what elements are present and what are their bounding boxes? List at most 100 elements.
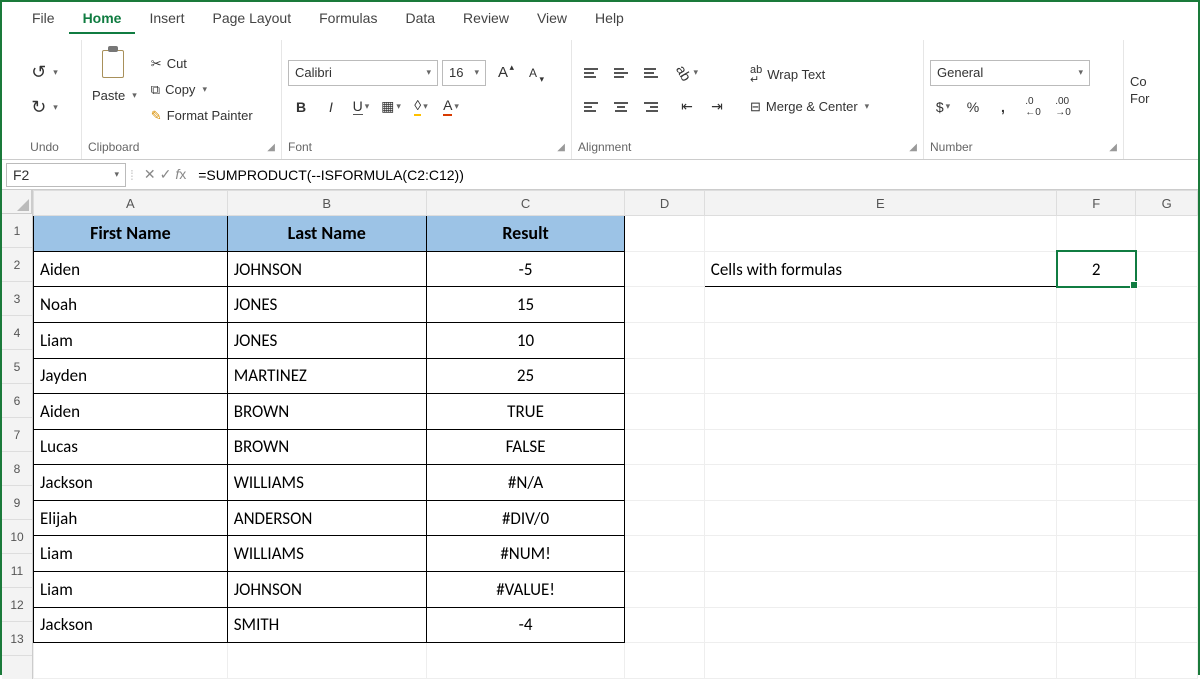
merge-center-button[interactable]: ⊟ Merge & Center ▾ [744,96,875,118]
align-left-button[interactable] [578,94,604,120]
cell[interactable]: WILLIAMS [227,465,426,501]
wrap-text-button[interactable]: ab↵ Wrap Text [744,62,875,88]
cell[interactable] [704,536,1056,572]
tab-review[interactable]: Review [449,6,523,34]
tab-insert[interactable]: Insert [135,6,198,34]
cell[interactable] [1136,322,1198,358]
formula-input[interactable] [192,163,1198,187]
cell[interactable]: Result [426,216,625,252]
cell[interactable] [704,358,1056,394]
tab-data[interactable]: Data [391,6,449,34]
font-dialog-icon[interactable]: ◢ [557,142,565,153]
paste-label[interactable]: Paste▾ [88,88,141,103]
align-bottom-button[interactable] [638,60,664,86]
cell[interactable] [1136,394,1198,430]
align-top-button[interactable] [578,60,604,86]
cell[interactable] [625,287,704,323]
align-center-button[interactable] [608,94,634,120]
cell[interactable] [1057,536,1136,572]
cell[interactable] [625,251,704,287]
col-header[interactable]: C [426,191,625,216]
row-header[interactable]: 11 [2,554,32,588]
cell[interactable] [625,643,704,679]
decrease-indent-button[interactable]: ⇤ [674,94,700,120]
format-painter-button[interactable]: ✎ Format Painter [145,105,259,127]
row-header[interactable]: 12 [2,588,32,622]
align-middle-button[interactable] [608,60,634,86]
cell[interactable] [704,643,1056,679]
cell[interactable]: JONES [227,322,426,358]
cell[interactable]: #VALUE! [426,572,625,608]
cell[interactable]: Liam [34,572,228,608]
cell[interactable]: #N/A [426,465,625,501]
cell[interactable] [704,572,1056,608]
paste-button[interactable] [97,42,131,86]
cell[interactable] [1057,607,1136,643]
cell[interactable] [1136,429,1198,465]
copy-button[interactable]: ⧉ Copy ▾ [145,79,259,101]
cell[interactable]: Aiden [34,394,228,430]
cell[interactable] [625,216,704,252]
cell[interactable] [34,643,228,679]
cell[interactable]: ANDERSON [227,500,426,536]
borders-button[interactable]: ▦▾ [378,94,404,120]
cell[interactable] [1136,287,1198,323]
alignment-dialog-icon[interactable]: ◢ [909,142,917,153]
cell[interactable] [704,216,1056,252]
cell[interactable] [704,607,1056,643]
cell[interactable] [1057,358,1136,394]
number-format-select[interactable]: General▾ [930,60,1090,86]
cell[interactable]: Liam [34,536,228,572]
cell[interactable] [1136,607,1198,643]
cell[interactable] [625,607,704,643]
cell[interactable] [1057,465,1136,501]
cell[interactable]: JONES [227,287,426,323]
cell[interactable] [426,643,625,679]
col-header[interactable]: A [34,191,228,216]
cell[interactable] [1057,500,1136,536]
cell[interactable]: Elijah [34,500,228,536]
cell[interactable] [227,643,426,679]
percent-format-button[interactable]: % [960,94,986,120]
undo-button[interactable]: ↺ ▾ [25,59,64,86]
cell[interactable] [625,394,704,430]
cell[interactable] [1136,358,1198,394]
tab-home[interactable]: Home [69,6,136,34]
tab-help[interactable]: Help [581,6,638,34]
cell[interactable]: 10 [426,322,625,358]
cell[interactable] [1057,643,1136,679]
cell[interactable] [704,465,1056,501]
italic-button[interactable]: I [318,94,344,120]
cell[interactable] [1057,572,1136,608]
cell[interactable]: 15 [426,287,625,323]
number-dialog-icon[interactable]: ◢ [1109,142,1117,153]
cell[interactable] [1057,287,1136,323]
fill-color-button[interactable]: ◊▾ [408,94,434,120]
cut-button[interactable]: ✂ Cut [145,53,259,75]
cell[interactable] [625,500,704,536]
font-family-select[interactable]: Calibri▾ [288,60,438,86]
cell[interactable] [1136,572,1198,608]
row-header[interactable]: 13 [2,622,32,656]
cell[interactable]: Liam [34,322,228,358]
cell[interactable] [1057,429,1136,465]
cell[interactable] [625,429,704,465]
col-header[interactable]: B [227,191,426,216]
cell[interactable] [1057,216,1136,252]
row-header[interactable]: 3 [2,282,32,316]
cell[interactable] [1136,643,1198,679]
cell[interactable]: Last Name [227,216,426,252]
select-all-corner[interactable] [2,190,32,214]
cell[interactable]: JOHNSON [227,251,426,287]
underline-button[interactable]: U▾ [348,94,374,120]
increase-indent-button[interactable]: ⇥ [704,94,730,120]
cell[interactable] [1136,216,1198,252]
cell[interactable]: Jayden [34,358,228,394]
cell[interactable] [704,394,1056,430]
cell[interactable]: Lucas [34,429,228,465]
row-header[interactable]: 7 [2,418,32,452]
row-header[interactable]: 1 [2,214,32,248]
decrease-font-icon[interactable]: A▾ [520,60,546,86]
cell[interactable] [704,322,1056,358]
cell[interactable]: Cells with formulas [704,251,1056,287]
